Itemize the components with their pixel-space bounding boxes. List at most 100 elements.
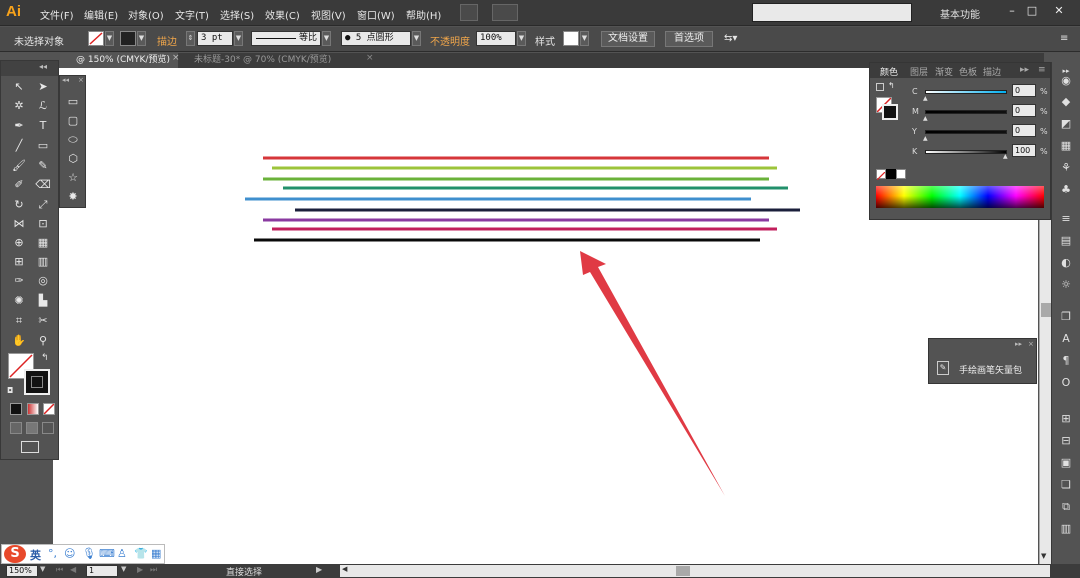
menu-edit[interactable]: 编辑(E)	[84, 7, 118, 22]
links-icon[interactable]: ⧉	[1059, 500, 1073, 514]
brush-definition-field[interactable]: ● 5 点圆形	[341, 31, 411, 46]
tab-close-icon[interactable]: ×	[366, 53, 374, 63]
blob-brush-tool-icon[interactable]: ✐	[9, 175, 29, 194]
symbol-sprayer-tool-icon[interactable]: ✺	[9, 291, 29, 310]
brush-library-icon[interactable]: ✎	[937, 361, 949, 375]
menu-help[interactable]: 帮助(H)	[406, 7, 441, 22]
minimize-icon[interactable]: –	[1004, 4, 1020, 18]
swatches-icon[interactable]: ▦	[1059, 139, 1073, 153]
none-swatch[interactable]	[876, 169, 886, 181]
tab-color[interactable]: 颜色	[880, 65, 898, 78]
black-value-field[interactable]: 100	[1012, 144, 1036, 157]
bridge-button[interactable]	[460, 4, 478, 21]
skin-icon[interactable]: 👕	[134, 547, 148, 560]
appearance-sun-icon[interactable]: ☼	[1059, 278, 1073, 292]
align-options-icon[interactable]: ⇆▾	[724, 33, 737, 44]
zoom-tool-icon[interactable]: ⚲	[33, 331, 53, 350]
line-tool-icon[interactable]: ╱	[9, 136, 29, 155]
cyan-slider[interactable]	[925, 90, 1007, 94]
flare-tool-icon[interactable]: ✸	[63, 187, 83, 206]
opacity-label[interactable]: 不透明度	[430, 33, 470, 48]
tab-layers[interactable]: 图层	[910, 65, 928, 78]
menu-effect[interactable]: 效果(C)	[265, 7, 300, 22]
zoom-field[interactable]: 150%	[6, 565, 38, 577]
black-slider[interactable]	[925, 150, 1007, 154]
tab-document-active[interactable]: @ 150% (CMYK/预览)	[60, 53, 178, 68]
tab-gradient[interactable]: 渐变	[935, 65, 953, 78]
polygon-tool-icon[interactable]: ⬡	[63, 149, 83, 168]
rotate-tool-icon[interactable]: ↻	[9, 195, 29, 214]
brush-library-label[interactable]: 手绘画笔矢量包	[959, 363, 1022, 376]
draw-behind-icon[interactable]	[26, 422, 38, 434]
preferences-button[interactable]: 首选项	[665, 31, 713, 47]
sogou-logo-icon[interactable]: S	[4, 545, 26, 563]
slider-thumb-icon[interactable]: ▲	[923, 135, 928, 142]
menu-type[interactable]: 文字(T)	[175, 7, 209, 22]
free-transform-tool-icon[interactable]: ⊡	[33, 214, 53, 233]
type-tool-icon[interactable]: T	[33, 116, 53, 135]
menu-object[interactable]: 对象(O)	[128, 7, 164, 22]
slider-thumb-icon[interactable]: ▲	[923, 115, 928, 122]
column-graph-tool-icon[interactable]: ▙	[33, 291, 53, 310]
profile-dropdown[interactable]: ▼	[322, 31, 331, 46]
align-icon[interactable]: ⊟	[1059, 434, 1073, 448]
last-page-icon[interactable]: ⏭	[150, 565, 157, 575]
slider-thumb-icon[interactable]: ▲	[923, 95, 928, 102]
ellipse-tool-icon[interactable]: ⬭	[63, 130, 83, 149]
stroke-icon[interactable]: ≡	[1059, 212, 1073, 226]
layers-icon[interactable]: ❐	[1059, 310, 1073, 324]
scale-tool-icon[interactable]: ⤢	[33, 195, 53, 214]
panel-menu-icon[interactable]: ≡	[1060, 33, 1068, 44]
swap-icon[interactable]: ↰	[888, 81, 895, 90]
status-menu-icon[interactable]: ▶	[316, 565, 322, 574]
zoom-dropdown-icon[interactable]: ▼	[40, 565, 45, 573]
stroke-swatch[interactable]	[120, 31, 136, 46]
asset-export-icon[interactable]: ▥	[1059, 522, 1073, 536]
scroll-down-icon[interactable]: ▼	[1041, 552, 1046, 560]
none-mode-icon[interactable]	[43, 403, 55, 415]
color-guide-icon[interactable]: ◉	[1059, 74, 1073, 88]
gradient-icon[interactable]: ▤	[1059, 234, 1073, 248]
workspace-switcher[interactable]: 基本功能	[940, 6, 980, 21]
default-fill-stroke-icon[interactable]	[876, 83, 884, 91]
variable-width-profile[interactable]: 等比	[251, 31, 321, 46]
vertical-scroll-thumb[interactable]	[1041, 303, 1051, 317]
screen-mode-icon[interactable]	[21, 441, 39, 453]
swap-fill-stroke-icon[interactable]: ↰	[41, 353, 49, 363]
yellow-value-field[interactable]: 0	[1012, 124, 1036, 137]
stroke-weight-stepper[interactable]: ⇕	[186, 31, 195, 46]
white-swatch[interactable]	[896, 169, 906, 179]
document-setup-button[interactable]: 文档设置	[601, 31, 655, 47]
pen-tool-icon[interactable]: ✒	[9, 116, 29, 135]
panel-stroke-box[interactable]	[882, 104, 898, 120]
rounded-rectangle-icon[interactable]: ▢	[63, 111, 83, 130]
menu-view[interactable]: 视图(V)	[311, 7, 346, 22]
panel-menu-icon[interactable]: ≡	[1038, 65, 1046, 75]
stroke-label[interactable]: 描边	[157, 33, 177, 48]
transform-icon[interactable]: ⊞	[1059, 412, 1073, 426]
brush-dropdown[interactable]: ▼	[412, 31, 421, 46]
shape-builder-tool-icon[interactable]: ⊕	[9, 233, 29, 252]
menu-file[interactable]: 文件(F)	[40, 7, 74, 22]
artboards-icon[interactable]: ❏	[1059, 478, 1073, 492]
draw-inside-icon[interactable]	[42, 422, 54, 434]
gradient-tool-icon[interactable]: ▥	[33, 252, 53, 271]
character-icon[interactable]: A	[1059, 332, 1073, 346]
transparency-icon[interactable]: ◐	[1059, 256, 1073, 270]
graphic-styles-icon[interactable]: ◩	[1059, 117, 1073, 131]
symbols-icon[interactable]: ⚘	[1059, 161, 1073, 175]
lasso-tool-icon[interactable]: ℒ	[33, 96, 53, 115]
magenta-value-field[interactable]: 0	[1012, 104, 1036, 117]
brushes-icon[interactable]: ♣	[1059, 183, 1073, 197]
opacity-dropdown[interactable]: ▼	[517, 31, 526, 46]
menu-window[interactable]: 窗口(W)	[357, 7, 395, 22]
selection-tool-icon[interactable]: ↖	[9, 77, 29, 96]
tab-untitled-30[interactable]: 未标题-30* @ 70% (CMYK/预览)	[178, 53, 358, 68]
stroke-dropdown[interactable]: ▼	[137, 31, 146, 46]
search-input[interactable]	[752, 3, 912, 22]
rectangle-tool-icon[interactable]: ▭	[33, 136, 53, 155]
close-icon[interactable]: ✕	[1046, 4, 1072, 18]
blend-tool-icon[interactable]: ◎	[33, 271, 53, 290]
magenta-slider[interactable]	[925, 110, 1007, 114]
restore-icon[interactable]: □	[1024, 4, 1040, 18]
